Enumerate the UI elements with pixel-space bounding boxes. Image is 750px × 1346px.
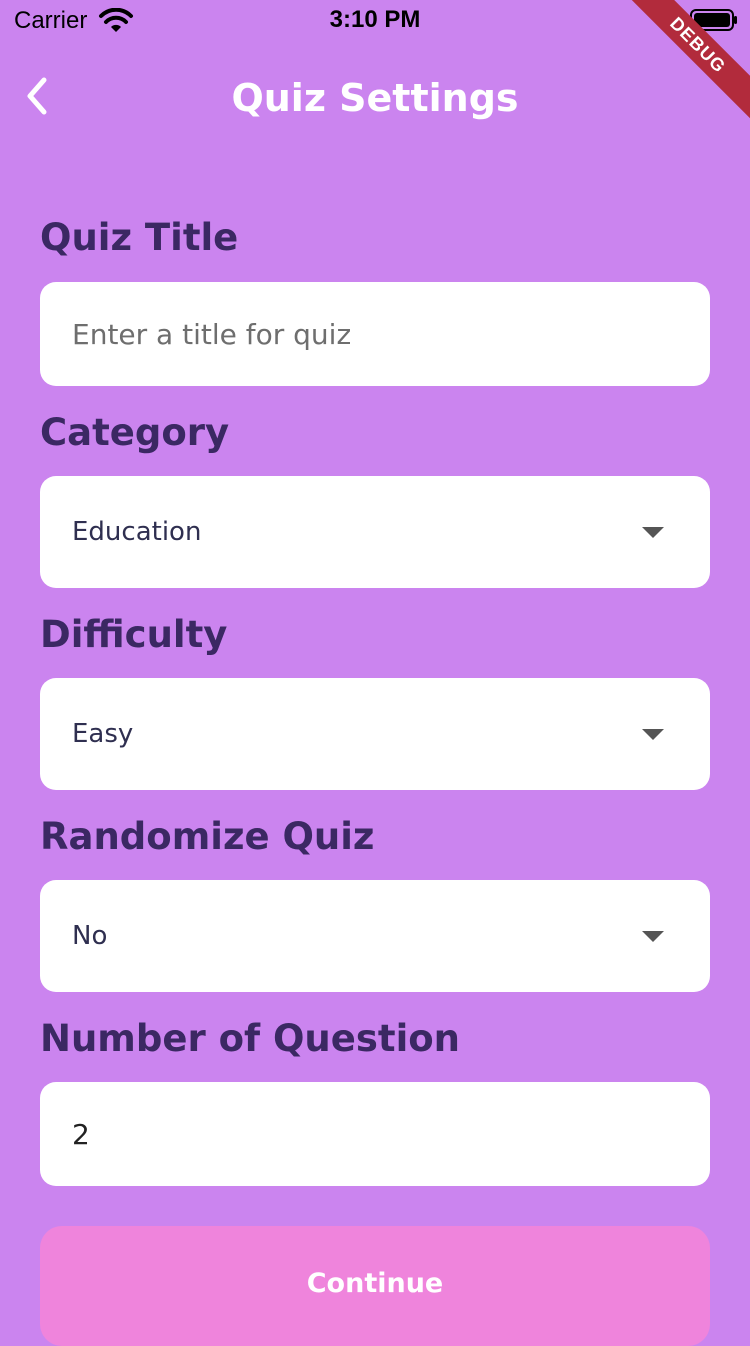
continue-button[interactable]: Continue [40,1226,710,1346]
nav-bar: Quiz Settings [0,60,750,140]
dropdown-arrow-icon [642,527,664,538]
quiz-title-label: Quiz Title [40,216,239,259]
status-time: 3:10 PM [329,6,421,33]
difficulty-dropdown[interactable]: Easy [40,678,710,790]
dropdown-arrow-icon [642,931,664,942]
quiz-title-field [40,282,710,386]
category-value: Education [72,517,202,547]
difficulty-value: Easy [72,719,134,749]
randomize-dropdown[interactable]: No [40,880,710,992]
category-label: Category [40,411,230,454]
num-questions-field [40,1082,710,1186]
category-dropdown[interactable]: Education [40,476,710,588]
randomize-value: No [72,921,108,951]
num-questions-input[interactable] [40,1082,710,1186]
num-questions-label: Number of Question [40,1017,461,1060]
page-title: Quiz Settings [231,76,519,120]
continue-label: Continue [306,1268,444,1299]
dropdown-arrow-icon [642,729,664,740]
difficulty-label: Difficulty [40,613,228,656]
quiz-title-input[interactable] [40,282,710,386]
randomize-label: Randomize Quiz [40,815,375,858]
